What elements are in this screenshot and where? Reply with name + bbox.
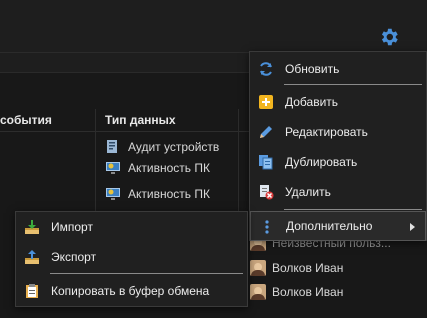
- table-row[interactable]: Активность ПК: [105, 160, 210, 176]
- user-name: Волков Иван: [272, 261, 344, 275]
- data-type-label: Активность ПК: [128, 161, 210, 175]
- menu-item-delete[interactable]: Удалить: [250, 177, 426, 207]
- menu-item-copy-clipboard[interactable]: Копировать в буфер обмена: [16, 276, 247, 306]
- submenu-arrow-icon: [410, 223, 415, 231]
- export-icon: [25, 250, 39, 264]
- data-type-label: Аудит устройств: [128, 140, 220, 154]
- more-vertical-icon: [265, 220, 269, 234]
- pc-activity-icon: [106, 162, 120, 174]
- avatar: [250, 260, 266, 276]
- menu-item-duplicate[interactable]: Дублировать: [250, 147, 426, 177]
- menu-separator: [50, 273, 243, 274]
- top-bar: [0, 0, 427, 53]
- gear-icon[interactable]: [378, 26, 400, 48]
- submenu: Импорт Экспорт Копировать в буфер обмена: [15, 211, 248, 307]
- pencil-icon: [260, 126, 272, 138]
- import-icon: [25, 220, 39, 234]
- context-menu: Обновить Добавить Редактировать Дублиров…: [249, 51, 427, 241]
- column-header-events[interactable]: события: [0, 113, 52, 127]
- avatar: [250, 284, 266, 300]
- menu-item-add[interactable]: Добавить: [250, 87, 426, 117]
- table-row[interactable]: Волков Иван: [250, 260, 343, 276]
- refresh-icon: [260, 62, 272, 76]
- device-audit-icon: [107, 140, 117, 153]
- menu-item-refresh[interactable]: Обновить: [250, 54, 426, 84]
- menu-item-export[interactable]: Экспорт: [16, 242, 247, 272]
- pc-activity-icon: [106, 188, 120, 200]
- table-row[interactable]: Аудит устройств: [105, 139, 219, 155]
- duplicate-icon: [259, 155, 273, 170]
- table-row[interactable]: Волков Иван: [250, 284, 343, 300]
- menu-item-edit[interactable]: Редактировать: [250, 117, 426, 147]
- user-name: Волков Иван: [272, 285, 344, 299]
- table-row[interactable]: Активность ПК: [105, 186, 210, 202]
- data-type-label: Активность ПК: [128, 187, 210, 201]
- menu-item-more[interactable]: Дополнительно: [250, 211, 426, 241]
- clipboard-icon: [26, 284, 38, 298]
- delete-icon: [260, 185, 274, 200]
- column-header-data-type[interactable]: Тип данных: [105, 113, 176, 127]
- menu-item-import[interactable]: Импорт: [16, 212, 247, 242]
- menu-separator: [284, 209, 422, 210]
- menu-separator: [284, 84, 422, 85]
- add-icon: [259, 95, 273, 109]
